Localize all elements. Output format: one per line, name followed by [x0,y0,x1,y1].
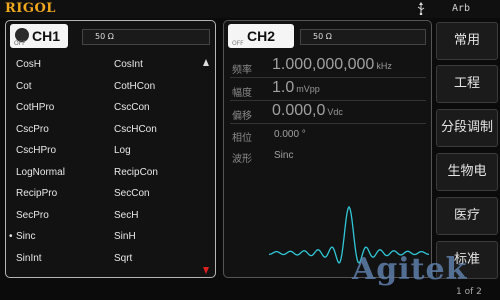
waveform-option[interactable]: CscCon [114,102,150,113]
divider [230,123,426,124]
softkey-1[interactable]: 工程 [436,65,498,103]
softkey-4[interactable]: 医疗 [436,197,498,235]
offset-value[interactable]: 0.000,0 Vdc [272,102,343,120]
amplitude-label: 幅度 [232,88,252,99]
amplitude-value[interactable]: 1.0 mVpp [272,79,320,97]
frequency-label: 频率 [232,65,252,76]
waveform-option[interactable]: CscHCon [114,124,157,135]
softkey-2[interactable]: 分段调制 [436,109,498,147]
ch2-output-state: OFF [232,40,244,47]
waveform-option[interactable]: SinH [114,231,136,242]
ch1-output-state: OFF [14,40,26,47]
waveform-label: 波形 [232,154,252,165]
waveform-option-label: Sinc [16,231,36,242]
waveform-option[interactable]: CotHPro [16,102,54,113]
waveform-option[interactable]: CotHCon [114,81,155,92]
brand-logo: RIGOL [5,1,56,16]
phase-label: 相位 [232,133,252,144]
waveform-option[interactable]: SecH [114,210,138,221]
ch1-panel: CH1 OFF 50 Ω CosH CosInt Cot CotHCon CotHPro… [5,20,216,278]
ch2-panel: CH2 OFF 50 Ω 频率 1.000,000,000 kHz 幅度 1.0 m… [223,20,432,278]
phase-value[interactable]: 0.000 ° [274,129,306,140]
divider [230,100,426,101]
waveform-option[interactable]: CscHPro [16,145,56,156]
usb-icon [417,2,425,15]
waveform-option[interactable]: SecCon [114,188,150,199]
waveform-option[interactable]: RecipPro [16,188,57,199]
softkey-0[interactable]: 常用 [436,22,498,60]
waveform-option[interactable]: CosInt [114,59,143,70]
waveform-option[interactable]: SecPro [16,210,49,221]
frequency-value[interactable]: 1.000,000,000 kHz [272,56,392,74]
waveform-value[interactable]: Sinc [274,150,293,161]
watermark-logo: Agitek [352,252,468,287]
page-indicator: 1 of 2 [456,287,482,297]
softkey-3[interactable]: 生物电 [436,153,498,191]
waveform-option[interactable]: Log [114,145,131,156]
waveform-option[interactable]: • Sinc [9,231,36,242]
mode-label: Arb [452,3,471,14]
scroll-up-icon[interactable] [203,59,209,66]
top-bar: RIGOL Arb [0,0,500,18]
scroll-down-icon[interactable] [203,267,209,274]
waveform-option[interactable]: Cot [16,81,32,92]
ch2-impedance[interactable]: 50 Ω [300,29,426,45]
selected-bullet-icon: • [9,231,13,242]
waveform-option[interactable]: SinInt [16,253,42,264]
divider [230,77,426,78]
waveform-option[interactable]: CosH [16,59,41,70]
waveform-option[interactable]: LogNormal [16,167,65,178]
offset-label: 偏移 [232,111,252,122]
waveform-option[interactable]: Sqrt [114,253,132,264]
waveform-option[interactable]: CscPro [16,124,49,135]
waveform-option[interactable]: RecipCon [114,167,158,178]
ch1-impedance[interactable]: 50 Ω [82,29,210,45]
